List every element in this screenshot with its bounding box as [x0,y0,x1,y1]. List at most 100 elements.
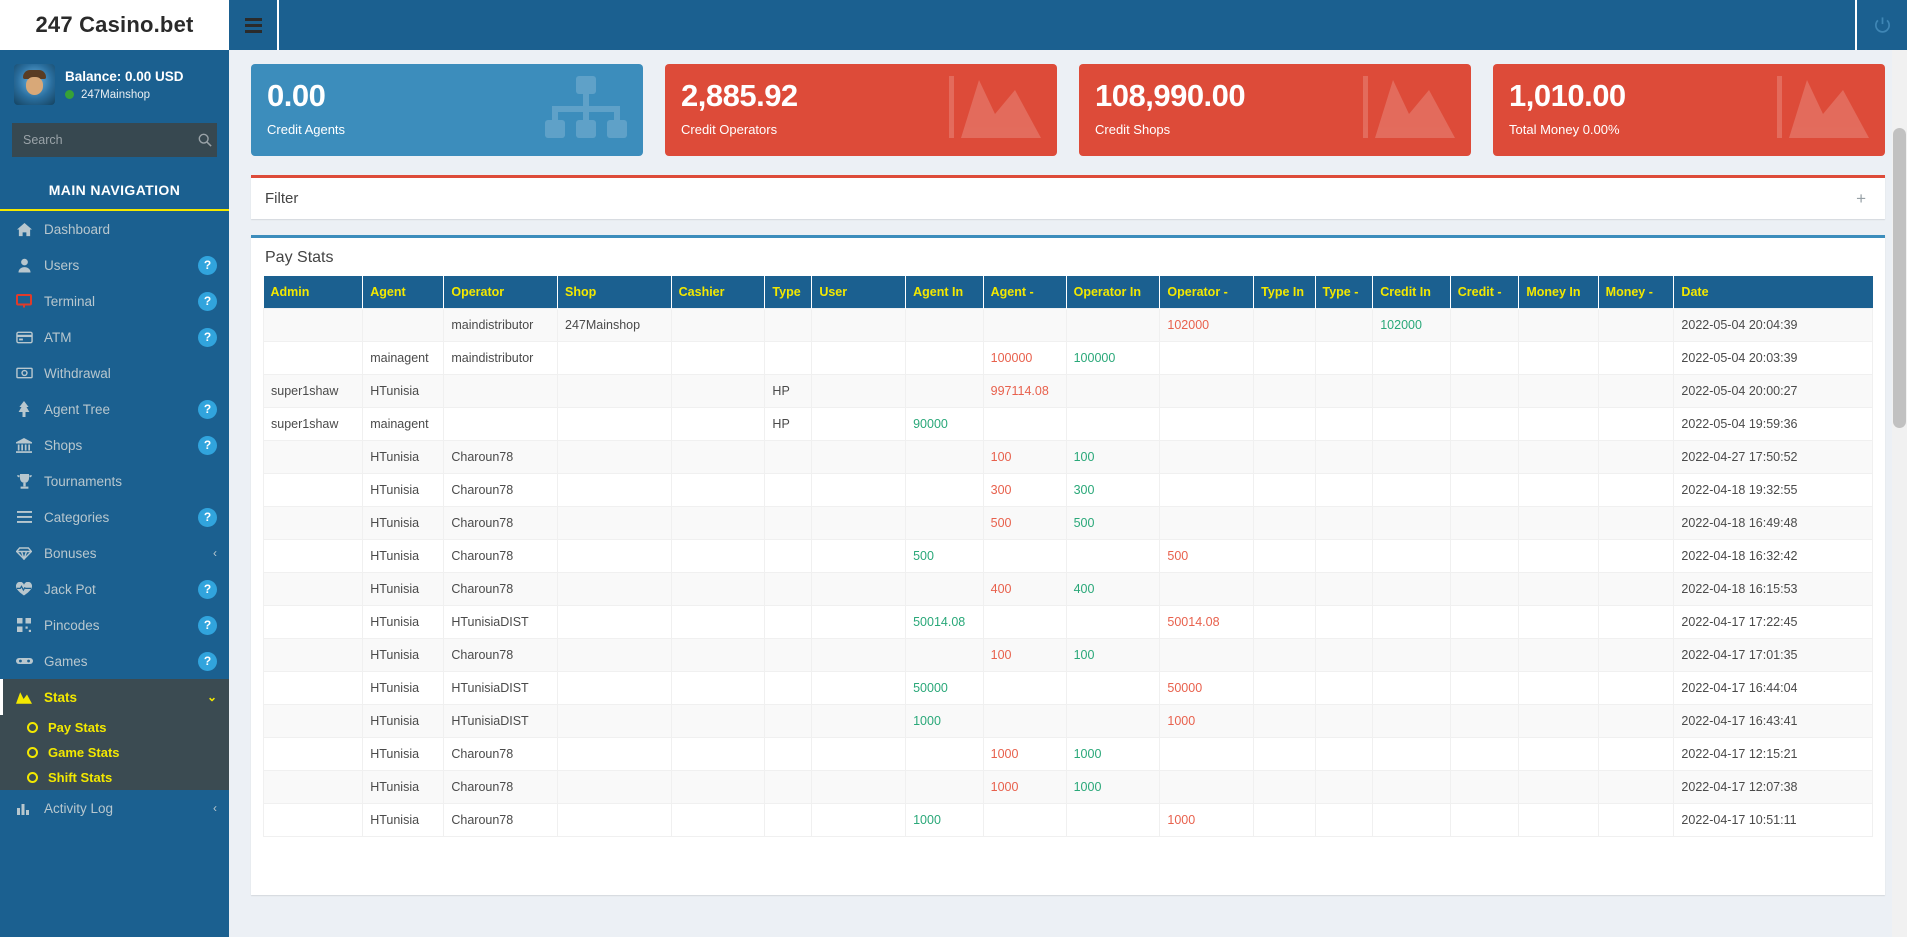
table-column-header[interactable]: Operator In [1066,276,1161,309]
table-row[interactable]: HTunisia Charoun78 100 100 2022-04-17 17:01:… [262,638,1873,672]
chart-area-icon [1777,76,1869,143]
logout-button[interactable] [1855,0,1907,50]
table-column-header[interactable]: User [811,276,907,309]
table-row[interactable]: HTunisia HTunisiaDIST 1000 1000 2022-04-17 1… [262,704,1873,738]
help-badge[interactable]: ? [198,579,217,599]
table-column-header[interactable]: Shop [557,276,672,309]
cell-shop [557,539,672,573]
sidebar-item-categories[interactable]: Categories ? [0,499,229,535]
help-badge[interactable]: ? [198,651,217,671]
table-column-header[interactable]: Date [1673,276,1873,309]
sidebar: 247 Casino.bet Balance: 0.00 USD 247Main… [0,0,229,937]
help-badge[interactable]: ? [198,399,217,419]
table-row[interactable]: HTunisia Charoun78 1000 1000 2022-04-17 10:5… [262,803,1873,837]
cell-admin [262,341,364,375]
info-box-credit-agents[interactable]: 0.00 Credit Agents [251,64,643,156]
help-badge[interactable]: ? [198,255,217,275]
sidebar-item-stats[interactable]: Stats ⌄ [0,679,229,715]
cell-agent-in [905,770,984,804]
info-box-credit-operators[interactable]: 2,885.92 Credit Operators [665,64,1057,156]
cell-date: 2022-04-17 16:44:04 [1673,671,1873,705]
cell-credit-out [1449,407,1520,441]
table-row[interactable]: HTunisia HTunisiaDIST 50000 50000 2022-04-17… [262,671,1873,705]
cell-credit-out [1449,803,1520,837]
cell-operator-out: 1000 [1159,704,1255,738]
cell-agent-out: 1000 [982,770,1067,804]
table-column-header[interactable]: Agent - [983,276,1067,309]
table-row[interactable]: HTunisia Charoun78 1000 1000 2022-04-17 12:0… [262,770,1873,804]
sidebar-item-pay-stats[interactable]: Pay Stats [0,715,229,740]
cell-money-out [1597,506,1675,540]
sidebar-item-bonuses[interactable]: Bonuses ‹ [0,535,229,571]
table-row[interactable]: super1shaw HTunisia HP 997114.08 2022-05-04 … [262,374,1873,408]
panel-header: Pay Stats [251,238,1885,276]
info-box-credit-shops[interactable]: 108,990.00 Credit Shops [1079,64,1471,156]
sidebar-item-jackpot[interactable]: Jack Pot ? [0,571,229,607]
table-column-header[interactable]: Money In [1518,276,1599,309]
table-column-header[interactable]: Operator [443,276,558,309]
sidebar-item-terminal[interactable]: Terminal ? [0,283,229,319]
sidebar-item-tournaments[interactable]: Tournaments [0,463,229,499]
table-column-header[interactable]: Admin [263,276,364,309]
table-column-header[interactable]: Operator - [1159,276,1255,309]
cell-agent: HTunisia [362,374,445,408]
help-badge[interactable]: ? [198,507,217,527]
table-column-header[interactable]: Money - [1598,276,1675,309]
search-button[interactable] [194,124,216,156]
cell-operator-out [1159,341,1255,375]
table-row[interactable]: HTunisia HTunisiaDIST 50014.08 50014.08 2022… [262,605,1873,639]
help-badge[interactable]: ? [198,327,217,347]
page-scrollbar-thumb[interactable] [1893,128,1906,428]
table-column-header[interactable]: Cashier [671,276,766,309]
sidebar-toggle-button[interactable] [229,0,279,50]
cell-type-in [1253,506,1316,540]
sidebar-item-game-stats[interactable]: Game Stats [0,740,229,765]
help-badge[interactable]: ? [198,435,217,455]
cell-admin [262,572,364,606]
table-column-header[interactable]: Agent In [905,276,984,309]
sidebar-item-dashboard[interactable]: Dashboard [0,211,229,247]
sidebar-item-activity-log[interactable]: Activity Log ‹ [0,790,229,826]
sidebar-item-shops[interactable]: Shops ? [0,427,229,463]
sidebar-item-games[interactable]: Games ? [0,643,229,679]
page-scrollbar[interactable] [1892,50,1907,937]
filter-expand-button[interactable]: + [1851,188,1871,209]
brand-logo[interactable]: 247 Casino.bet [0,0,229,50]
cell-admin [262,308,364,342]
cell-operator [443,374,558,408]
cell-agent-in: 50014.08 [905,605,984,639]
help-badge[interactable]: ? [198,615,217,635]
table-row[interactable]: HTunisia Charoun78 400 400 2022-04-18 16:15:… [262,572,1873,606]
hamburger-icon [244,29,262,33]
table-row[interactable]: maindistributor 247Mainshop 102000 102000 20… [262,308,1873,342]
cell-admin: super1shaw [262,374,364,408]
help-badge[interactable]: ? [198,291,217,311]
table-row[interactable]: HTunisia Charoun78 300 300 2022-04-18 19:32:… [262,473,1873,507]
info-box-total-money[interactable]: 1,010.00 Total Money 0.00% [1493,64,1885,156]
search-box[interactable] [12,123,217,157]
cell-type-in [1253,605,1316,639]
table-row[interactable]: mainagent maindistributor 100000 100000 2022… [262,341,1873,375]
table-row[interactable]: HTunisia Charoun78 1000 1000 2022-04-17 12:1… [262,737,1873,771]
table-row[interactable]: HTunisia Charoun78 500 500 2022-04-18 16:32:… [262,539,1873,573]
sidebar-item-atm[interactable]: ATM ? [0,319,229,355]
cell-type-in [1253,671,1316,705]
table-row[interactable]: HTunisia Charoun78 500 500 2022-04-18 16:49:… [262,506,1873,540]
table-column-header[interactable]: Credit In [1372,276,1451,309]
table-column-header[interactable]: Credit - [1450,276,1520,309]
main-area: 0.00 Credit Agents 2,885.92 Credit Opera… [229,0,1907,937]
cell-type [764,341,813,375]
table-column-header[interactable]: Type [764,276,813,309]
table-column-header[interactable]: Agent [362,276,445,309]
table-row[interactable]: HTunisia Charoun78 100 100 2022-04-27 17:50:… [262,440,1873,474]
sidebar-item-users[interactable]: Users ? [0,247,229,283]
sidebar-item-pincodes[interactable]: Pincodes ? [0,607,229,643]
search-input[interactable] [13,133,194,147]
sidebar-item-agent-tree[interactable]: Agent Tree ? [0,391,229,427]
table-column-header[interactable]: Type - [1315,276,1374,309]
table-row[interactable]: super1shaw mainagent HP 90000 2022-05-04 19:… [262,407,1873,441]
table-scroll-container[interactable]: Admin Agent Operator Shop Cashier Type User Age… [251,276,1885,891]
sidebar-item-withdrawal[interactable]: Withdrawal [0,355,229,391]
sidebar-item-shift-stats[interactable]: Shift Stats [0,765,229,790]
table-column-header[interactable]: Type In [1253,276,1316,309]
